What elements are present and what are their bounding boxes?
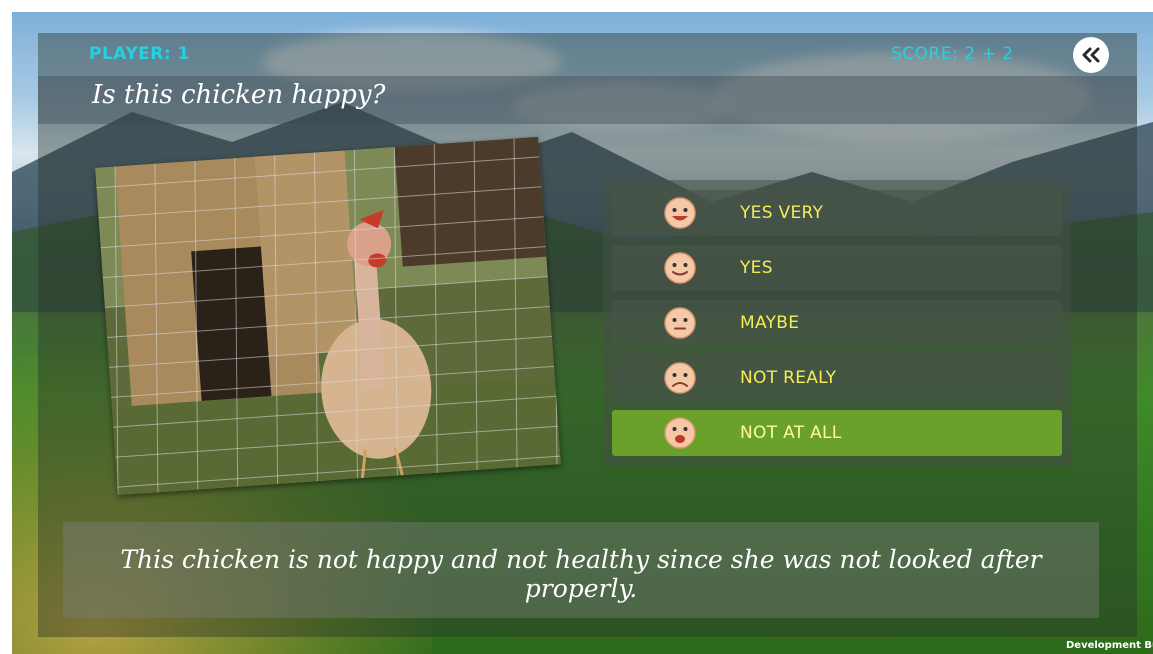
- development-build-label: Development Build: [1066, 640, 1153, 651]
- answer-yes-very[interactable]: YES VERY: [612, 190, 1062, 236]
- question-text: Is this chicken happy?: [92, 80, 386, 110]
- sad-face-icon: [664, 362, 696, 394]
- player-label: PLAYER: 1: [89, 44, 190, 64]
- shocked-face-icon: [664, 417, 696, 449]
- answer-not-realy[interactable]: NOT REALY: [612, 355, 1062, 401]
- laughing-face-icon: [664, 197, 696, 229]
- answer-label: MAYBE: [740, 313, 800, 333]
- answer-label: NOT REALY: [740, 368, 837, 388]
- answer-label: YES VERY: [740, 203, 824, 223]
- answer-label: NOT AT ALL: [740, 423, 842, 443]
- answer-label: YES: [740, 258, 773, 278]
- answer-not-at-all[interactable]: NOT AT ALL: [612, 410, 1062, 456]
- score-label: SCORE: 2 + 2: [891, 44, 1014, 64]
- smiling-face-icon: [664, 252, 696, 284]
- answer-yes[interactable]: YES: [612, 245, 1062, 291]
- answer-maybe[interactable]: MAYBE: [612, 300, 1062, 346]
- feedback-text: This chicken is not happy and not health…: [120, 545, 1042, 603]
- back-button[interactable]: [1073, 37, 1109, 73]
- chicken-photo: [95, 136, 561, 496]
- neutral-face-icon: [664, 307, 696, 339]
- double-chevron-left-icon: [1082, 47, 1100, 63]
